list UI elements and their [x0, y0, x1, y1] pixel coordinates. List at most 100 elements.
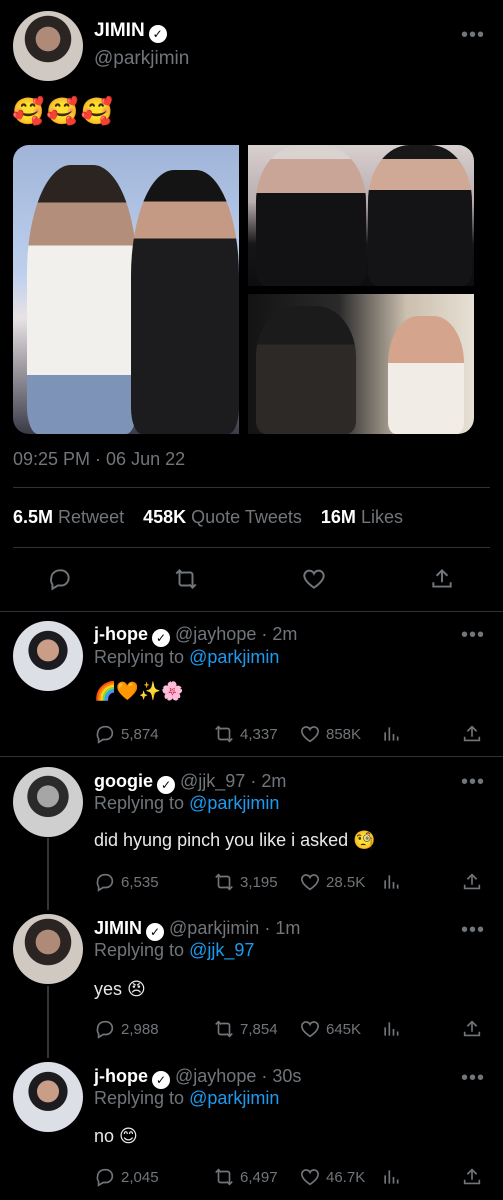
like-count[interactable]: 16M Likes: [321, 507, 403, 527]
like-icon[interactable]: [301, 566, 327, 592]
verified-icon: ✓: [146, 923, 165, 941]
author-handle[interactable]: @parkjimin: [94, 48, 189, 70]
reply-avatar[interactable]: [13, 1062, 83, 1132]
author-name: j-hope: [94, 1066, 148, 1086]
more-icon[interactable]: •••: [461, 625, 485, 645]
share-icon[interactable]: [429, 566, 455, 592]
reply-avatar[interactable]: [13, 914, 83, 984]
reply-text: did hyung pinch you like i asked 🧐: [94, 830, 376, 850]
retweet-icon[interactable]: [172, 566, 200, 592]
replying-to-link[interactable]: @parkjimin: [189, 793, 279, 813]
reply-action-bar: 2,988 7,854 645K: [94, 1018, 488, 1040]
retweet-button[interactable]: 7,854: [213, 1018, 299, 1040]
reply-button[interactable]: 6,535: [94, 871, 213, 893]
retweet-icon: [215, 725, 233, 743]
retweet-button[interactable]: 4,337: [213, 723, 299, 745]
like-button[interactable]: 645K: [299, 1018, 381, 1040]
like-icon: [300, 726, 320, 743]
retweet-icon: [215, 1168, 233, 1186]
verified-icon: ✓: [152, 629, 170, 647]
tweet-photo-3[interactable]: [248, 294, 474, 434]
divider: [13, 547, 490, 548]
retweet-icon: [215, 873, 233, 891]
replying-to: Replying to @parkjimin: [94, 1088, 280, 1108]
author-name: JIMIN: [94, 918, 143, 938]
divider: [0, 756, 503, 757]
analytics-icon[interactable]: [381, 872, 461, 892]
reply-text: 🌈🧡✨🌸: [94, 681, 184, 701]
divider: [13, 487, 490, 488]
divider: [0, 611, 503, 612]
reply-time: · 2m: [261, 624, 298, 644]
more-icon[interactable]: •••: [461, 25, 485, 45]
author-name: j-hope: [94, 624, 148, 644]
reply-button[interactable]: 5,874: [94, 723, 213, 745]
reply-button[interactable]: 2,045: [94, 1166, 213, 1188]
replying-to-link[interactable]: @jjk_97: [189, 940, 254, 960]
like-icon: [300, 874, 320, 891]
reply-icon: [96, 1020, 114, 1039]
retweet-button[interactable]: 3,195: [213, 871, 299, 893]
reply-text: yes 😠: [94, 979, 146, 999]
thread-line: [47, 986, 49, 1058]
analytics-icon[interactable]: [381, 724, 461, 744]
author-handle: @jayhope: [175, 1066, 257, 1086]
replying-to-link[interactable]: @parkjimin: [189, 647, 279, 667]
reply-author[interactable]: j-hope ✓ @jayhope · 30s: [94, 1066, 301, 1089]
analytics-icon[interactable]: [381, 1019, 461, 1039]
reply-time: · 1m: [264, 918, 301, 938]
tweet-photo-1[interactable]: [13, 145, 239, 434]
share-icon[interactable]: [461, 1166, 488, 1188]
like-icon: [300, 1021, 320, 1038]
verified-icon: ✓: [157, 776, 175, 794]
reply-action-bar: 2,045 6,497 46.7K: [94, 1166, 488, 1188]
tweet-photo-2[interactable]: [248, 145, 474, 286]
reply-button[interactable]: 2,988: [94, 1018, 213, 1040]
verified-icon: ✓: [152, 1071, 170, 1089]
reply-action-bar: 6,535 3,195 28.5K: [94, 871, 488, 893]
more-icon[interactable]: •••: [461, 1068, 485, 1088]
reply-icon[interactable]: [47, 566, 73, 592]
author-name: JIMIN: [94, 20, 145, 41]
retweet-count[interactable]: 6.5M Retweet: [13, 507, 124, 527]
main-tweet-avatar[interactable]: [13, 11, 83, 81]
tweet-stats: 6.5M Retweet 458K Quote Tweets 16M Likes: [13, 507, 417, 528]
replying-to: Replying to @parkjimin: [94, 647, 280, 667]
tweet-text: 🥰🥰🥰: [12, 96, 116, 126]
reply-avatar[interactable]: [13, 621, 83, 691]
reply-author[interactable]: googie ✓ @jjk_97 · 2m: [94, 771, 286, 794]
replying-to-link[interactable]: @parkjimin: [189, 1088, 279, 1108]
share-icon[interactable]: [461, 871, 488, 893]
tweet-timestamp[interactable]: 09:25 PM · 06 Jun 22: [13, 449, 185, 470]
analytics-icon[interactable]: [381, 1167, 461, 1187]
reply-action-bar: 5,874 4,337 858K: [94, 723, 488, 745]
like-button[interactable]: 858K: [299, 723, 381, 745]
main-tweet-author[interactable]: JIMIN ✓: [94, 20, 167, 43]
reply-author[interactable]: j-hope ✓ @jayhope · 2m: [94, 624, 297, 647]
reply-avatar[interactable]: [13, 767, 83, 837]
like-button[interactable]: 46.7K: [299, 1166, 381, 1188]
author-handle: @parkjimin: [169, 918, 260, 938]
reply-icon: [96, 725, 114, 744]
share-icon[interactable]: [461, 1018, 488, 1040]
more-icon[interactable]: •••: [461, 772, 485, 792]
retweet-icon: [215, 1020, 233, 1038]
author-handle: @jjk_97: [180, 771, 246, 791]
author-name: googie: [94, 771, 153, 791]
reply-author[interactable]: JIMIN ✓ @parkjimin · 1m: [94, 918, 300, 941]
reply-icon: [96, 873, 114, 892]
reply-time: · 2m: [250, 771, 287, 791]
retweet-button[interactable]: 6,497: [213, 1166, 299, 1188]
quote-count[interactable]: 458K Quote Tweets: [143, 507, 302, 527]
replying-to: Replying to @jjk_97: [94, 940, 255, 960]
author-handle: @jayhope: [175, 624, 257, 644]
share-icon[interactable]: [461, 723, 488, 745]
more-icon[interactable]: •••: [461, 920, 485, 940]
replying-to: Replying to @parkjimin: [94, 793, 280, 813]
reply-text: no 😊: [94, 1126, 138, 1146]
like-button[interactable]: 28.5K: [299, 871, 381, 893]
verified-icon: ✓: [148, 25, 167, 43]
like-icon: [300, 1169, 320, 1186]
reply-icon: [96, 1168, 114, 1187]
thread-line: [47, 838, 49, 910]
